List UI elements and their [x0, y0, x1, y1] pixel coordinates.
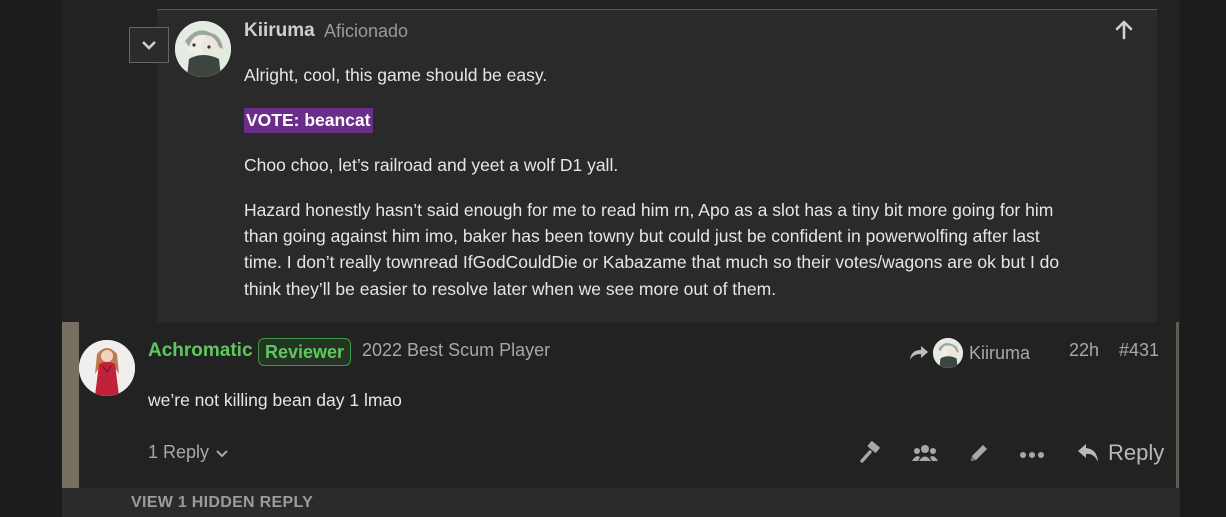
go-to-parent-button[interactable]	[1114, 20, 1134, 45]
chevron-down-icon	[142, 41, 156, 50]
pencil-icon	[971, 445, 987, 461]
vote-highlight: VOTE: beancat	[244, 108, 374, 133]
reply-button[interactable]: Reply	[1076, 440, 1164, 466]
edit-button[interactable]	[967, 441, 991, 470]
parent-username[interactable]: Kiiruma	[244, 20, 315, 42]
share-reply-icon	[910, 346, 928, 360]
reply-to-link[interactable]: Kiiruma	[908, 338, 1030, 368]
post-body: we’re not killing bean day 1 lmao	[148, 390, 402, 410]
avatar-kiiruma[interactable]	[175, 21, 231, 77]
reply-label: Reply	[1108, 440, 1165, 465]
show-replies-button[interactable]: 1 Reply	[148, 442, 229, 463]
arrow-up-icon	[1115, 20, 1133, 40]
reply-to-username: Kiiruma	[969, 342, 1031, 363]
users-icon	[912, 445, 938, 461]
parent-post-line: Choo choo, let’s railroad and yeet a wol…	[244, 155, 619, 175]
replies-count: 1 Reply	[148, 442, 210, 462]
avatar-image	[933, 338, 963, 368]
view-hidden-replies-button[interactable]: VIEW 1 HIDDEN REPLY	[131, 494, 313, 512]
avatar-image	[79, 340, 135, 396]
moderate-button[interactable]	[859, 441, 883, 470]
collapse-embed-button[interactable]	[129, 27, 169, 63]
gavel-icon	[860, 441, 880, 463]
parent-post-line: Hazard honestly hasn’t said enough for m…	[244, 200, 1054, 220]
post-date[interactable]: 22h	[1069, 340, 1099, 361]
avatar-achromatic[interactable]	[79, 340, 135, 396]
post-username[interactable]: Achromatic	[148, 340, 253, 362]
ellipsis-icon	[1020, 452, 1044, 458]
invite-users-button[interactable]	[912, 441, 938, 470]
reply-arrow-icon	[1078, 444, 1098, 462]
parent-post-line: think they’ll be easier to resolve later…	[244, 279, 777, 299]
parent-post-line: than going against him imo, baker has be…	[244, 226, 1040, 246]
post-user-title: 2022 Best Scum Player	[362, 340, 551, 360]
more-actions-button[interactable]	[1020, 447, 1044, 465]
avatar-image	[175, 21, 231, 77]
post-highlight-bar	[62, 322, 79, 488]
parent-post-line: Alright, cool, this game should be easy.	[244, 65, 548, 85]
reply-to-avatar	[933, 338, 963, 368]
post-border	[1176, 322, 1179, 488]
parent-user-title: Aficionado	[324, 21, 409, 41]
parent-post-line: time. I don’t really townread IfGodCould…	[244, 252, 1060, 272]
vote-line: VOTE: beancat	[244, 107, 374, 133]
reviewer-badge: Reviewer	[258, 338, 352, 366]
chevron-down-icon	[216, 449, 228, 457]
post-number[interactable]: #431	[1119, 340, 1159, 361]
